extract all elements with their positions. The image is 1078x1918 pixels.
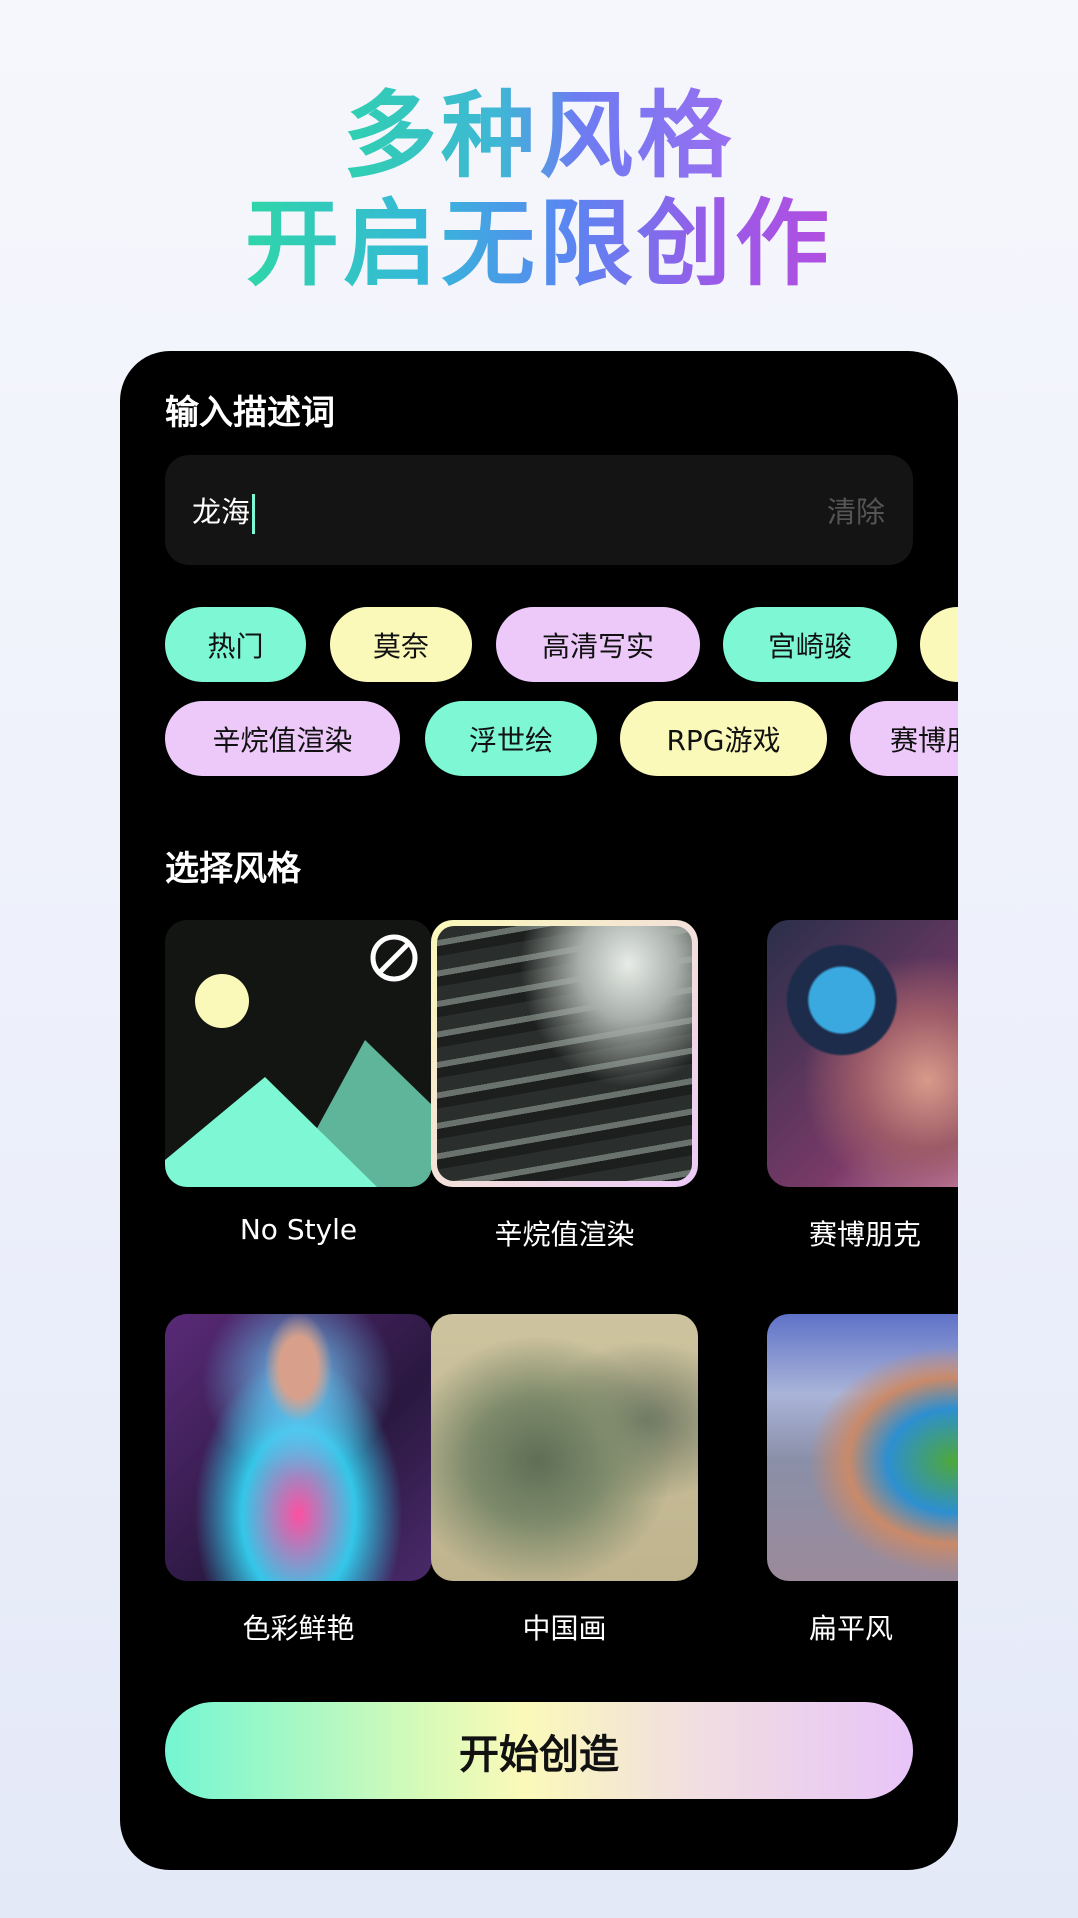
octane-render-image [437,926,692,1181]
prompt-value: 龙海 [192,495,251,529]
style-label: 色彩鲜艳 [242,1612,355,1645]
headline-line1: 多种风格 [342,82,735,191]
style-tile-vivid[interactable] [165,1314,432,1581]
style-label: No Style [239,1213,358,1246]
prompt-title: 输入描述词 [165,393,335,433]
tag-chip[interactable]: 浮世绘 [425,701,597,776]
tag-chip[interactable]: 热门 [165,607,306,682]
style-section-title: 选择风格 [165,849,301,889]
style-label: 赛博朋克 [809,1218,922,1251]
tag-chip[interactable]: RPG游戏 [620,701,827,776]
style-label: 中国画 [522,1612,607,1645]
style-tile-chinese-painting[interactable] [431,1314,698,1581]
text-caret [252,494,256,534]
tag-chip[interactable]: 宫崎骏 [723,607,897,682]
tag-chip[interactable]: 高清写实 [496,607,700,682]
prompt-input[interactable]: 龙海 清除 [165,455,913,565]
creation-card: 输入描述词 龙海 清除 热门 莫奈 高清写实 宫崎骏 辛烷值渲染 浮世绘 RPG… [120,351,958,1870]
tag-chip[interactable] [920,607,958,682]
tag-chip[interactable]: 辛烷值渲染 [165,701,400,776]
tag-chip[interactable]: 赛博朋克 [850,701,958,776]
style-label: 辛烷值渲染 [494,1218,635,1251]
headline-line2: 开启无限创作 [244,190,833,299]
tag-chip[interactable]: 莫奈 [330,607,472,682]
style-tile-no-style[interactable] [165,920,432,1187]
start-create-button[interactable]: 开始创造 [165,1702,913,1799]
clear-button[interactable]: 清除 [827,489,885,531]
style-tile-octane-selected[interactable] [431,920,698,1187]
style-tile-cyberpunk[interactable] [767,920,958,1187]
style-tile-flat[interactable] [767,1314,958,1581]
style-label: 扁平风 [809,1612,894,1645]
no-style-placeholder-icon [165,934,432,1187]
